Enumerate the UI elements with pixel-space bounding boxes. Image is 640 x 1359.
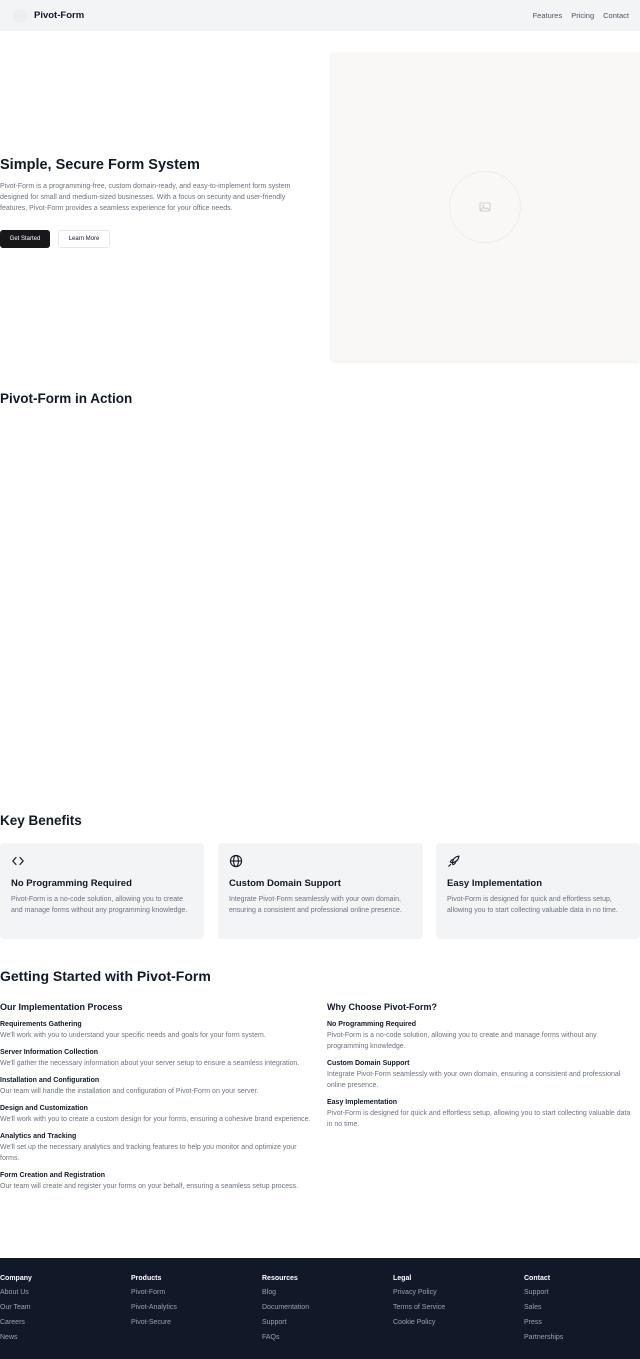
process-step-title: Analytics and Tracking: [0, 1133, 77, 1140]
footer-link-documentation[interactable]: Documentation: [262, 1303, 309, 1312]
why-choose-heading: Why Choose Pivot-Form?: [327, 1002, 437, 1012]
implementation-process-column: Our Implementation Process Requirements …: [0, 1002, 312, 1200]
brand[interactable]: Pivot-Form: [14, 8, 85, 23]
benefit-card-description: Integrate Pivot-Form seamlessly with you…: [229, 896, 402, 914]
footer-link-contact-support[interactable]: Support: [524, 1288, 563, 1297]
process-step-description: Our team will create and register your f…: [0, 1183, 299, 1190]
footer-column-contact: Contact Support Sales Press Partnerships: [524, 1275, 563, 1348]
footer-link-news[interactable]: News: [0, 1333, 32, 1342]
process-step: Form Creation and Registration Our team …: [0, 1172, 312, 1192]
why-item-description: Pivot-Form is a no-code solution, allowi…: [327, 1032, 597, 1050]
process-step: Installation and Configuration Our team …: [0, 1077, 312, 1097]
process-step: Design and Customization We'll work with…: [0, 1105, 312, 1125]
footer-link-support[interactable]: Support: [262, 1318, 309, 1327]
why-item-title: No Programming Required: [327, 1021, 417, 1028]
get-started-button[interactable]: Get Started: [0, 230, 50, 248]
implementation-process-heading: Our Implementation Process: [0, 1002, 123, 1012]
nav-features-link[interactable]: Features: [533, 11, 563, 20]
footer-link-press[interactable]: Press: [524, 1318, 563, 1327]
process-step-description: We'll gather the necessary information a…: [0, 1060, 300, 1067]
learn-more-button[interactable]: Learn More: [58, 230, 110, 248]
process-step: Requirements Gathering We'll work with y…: [0, 1021, 312, 1041]
why-item: Easy Implementation Pivot-Form is design…: [327, 1099, 637, 1130]
why-item-description: Integrate Pivot-Form seamlessly with you…: [327, 1071, 621, 1089]
benefit-card-description: Pivot-Form is a no-code solution, allowi…: [11, 896, 188, 914]
process-step-title: Requirements Gathering: [0, 1021, 82, 1028]
benefit-card-custom-domain: Custom Domain Support Integrate Pivot-Fo…: [218, 843, 423, 939]
benefit-card-no-programming: No Programming Required Pivot-Form is a …: [0, 843, 204, 939]
main-nav: Features Pricing Contact: [533, 11, 629, 20]
code-icon: [12, 856, 24, 866]
globe-icon: [229, 854, 243, 868]
footer-link-careers[interactable]: Careers: [0, 1318, 32, 1327]
hero-section: Simple, Secure Form System Pivot-Form is…: [0, 31, 640, 371]
site-footer: Company About Us Our Team Careers News P…: [0, 1258, 640, 1359]
footer-column-resources: Resources Blog Documentation Support FAQ…: [262, 1275, 309, 1348]
footer-link-pivot-form[interactable]: Pivot-Form: [131, 1288, 177, 1297]
process-step-title: Design and Customization: [0, 1105, 88, 1112]
nav-pricing-link[interactable]: Pricing: [571, 11, 594, 20]
hero-image-placeholder: [331, 53, 640, 361]
why-item: Custom Domain Support Integrate Pivot-Fo…: [327, 1060, 637, 1091]
process-step-description: Our team will handle the installation an…: [0, 1088, 259, 1095]
benefits-title: Key Benefits: [0, 813, 82, 828]
process-step: Server Information Collection We'll gath…: [0, 1049, 312, 1069]
process-step-description: We'll work with you to understand your s…: [0, 1032, 266, 1039]
footer-link-terms-of-service[interactable]: Terms of Service: [393, 1303, 445, 1312]
nav-contact-link[interactable]: Contact: [603, 11, 629, 20]
why-item-title: Custom Domain Support: [327, 1060, 410, 1067]
footer-column-title: Legal: [393, 1275, 412, 1282]
benefit-card-title: Custom Domain Support: [229, 878, 341, 889]
process-step-description: We'll work with you to create a custom d…: [0, 1116, 311, 1123]
why-item: No Programming Required Pivot-Form is a …: [327, 1021, 637, 1052]
logo-icon: [14, 8, 28, 23]
rocket-icon: [448, 855, 460, 867]
why-choose-column: Why Choose Pivot-Form? No Programming Re…: [327, 1002, 637, 1138]
image-placeholder-icon: [479, 202, 491, 212]
footer-link-faqs[interactable]: FAQs: [262, 1333, 309, 1342]
benefit-card-title: No Programming Required: [11, 878, 132, 889]
process-step: Analytics and Tracking We'll set up the …: [0, 1133, 312, 1164]
footer-column-products: Products Pivot-Form Pivot-Analytics Pivo…: [131, 1275, 177, 1333]
process-step-title: Form Creation and Registration: [0, 1172, 106, 1179]
footer-column-legal: Legal Privacy Policy Terms of Service Co…: [393, 1275, 445, 1333]
process-step-title: Server Information Collection: [0, 1049, 99, 1056]
process-step-description: We'll set up the necessary analytics and…: [0, 1144, 297, 1162]
footer-link-about-us[interactable]: About Us: [0, 1288, 32, 1297]
hero-buttons: Get Started Learn More: [0, 230, 315, 248]
footer-link-pivot-analytics[interactable]: Pivot-Analytics: [131, 1303, 177, 1312]
benefit-cards: No Programming Required Pivot-Form is a …: [0, 843, 640, 939]
footer-column-title: Contact: [524, 1275, 551, 1282]
footer-link-cookie-policy[interactable]: Cookie Policy: [393, 1318, 445, 1327]
hero-text: Simple, Secure Form System Pivot-Form is…: [0, 157, 315, 248]
getting-started-title: Getting Started with Pivot-Form: [0, 968, 211, 984]
hero-title: Simple, Secure Form System: [0, 157, 200, 173]
hero-description: Pivot-Form is a programming-free, custom…: [0, 183, 291, 212]
benefit-card-description: Pivot-Form is designed for quick and eff…: [447, 896, 618, 914]
why-item-description: Pivot-Form is designed for quick and eff…: [327, 1110, 631, 1128]
footer-link-blog[interactable]: Blog: [262, 1288, 309, 1297]
footer-column-company: Company About Us Our Team Careers News: [0, 1275, 32, 1348]
footer-column-title: Resources: [262, 1275, 298, 1282]
benefit-card-easy-implementation: Easy Implementation Pivot-Form is design…: [436, 843, 640, 939]
top-navbar: Pivot-Form Features Pricing Contact: [0, 0, 640, 31]
footer-link-our-team[interactable]: Our Team: [0, 1303, 32, 1312]
footer-link-pivot-secure[interactable]: Pivot-Secure: [131, 1318, 177, 1327]
footer-link-privacy-policy[interactable]: Privacy Policy: [393, 1288, 445, 1297]
footer-link-partnerships[interactable]: Partnerships: [524, 1333, 563, 1342]
footer-column-title: Company: [0, 1275, 32, 1282]
action-section-title: Pivot-Form in Action: [0, 391, 133, 406]
brand-name: Pivot-Form: [34, 10, 85, 21]
benefit-card-title: Easy Implementation: [447, 878, 543, 889]
process-step-title: Installation and Configuration: [0, 1077, 100, 1084]
footer-link-sales[interactable]: Sales: [524, 1303, 563, 1312]
why-item-title: Easy Implementation: [327, 1099, 398, 1106]
footer-column-title: Products: [131, 1275, 162, 1282]
